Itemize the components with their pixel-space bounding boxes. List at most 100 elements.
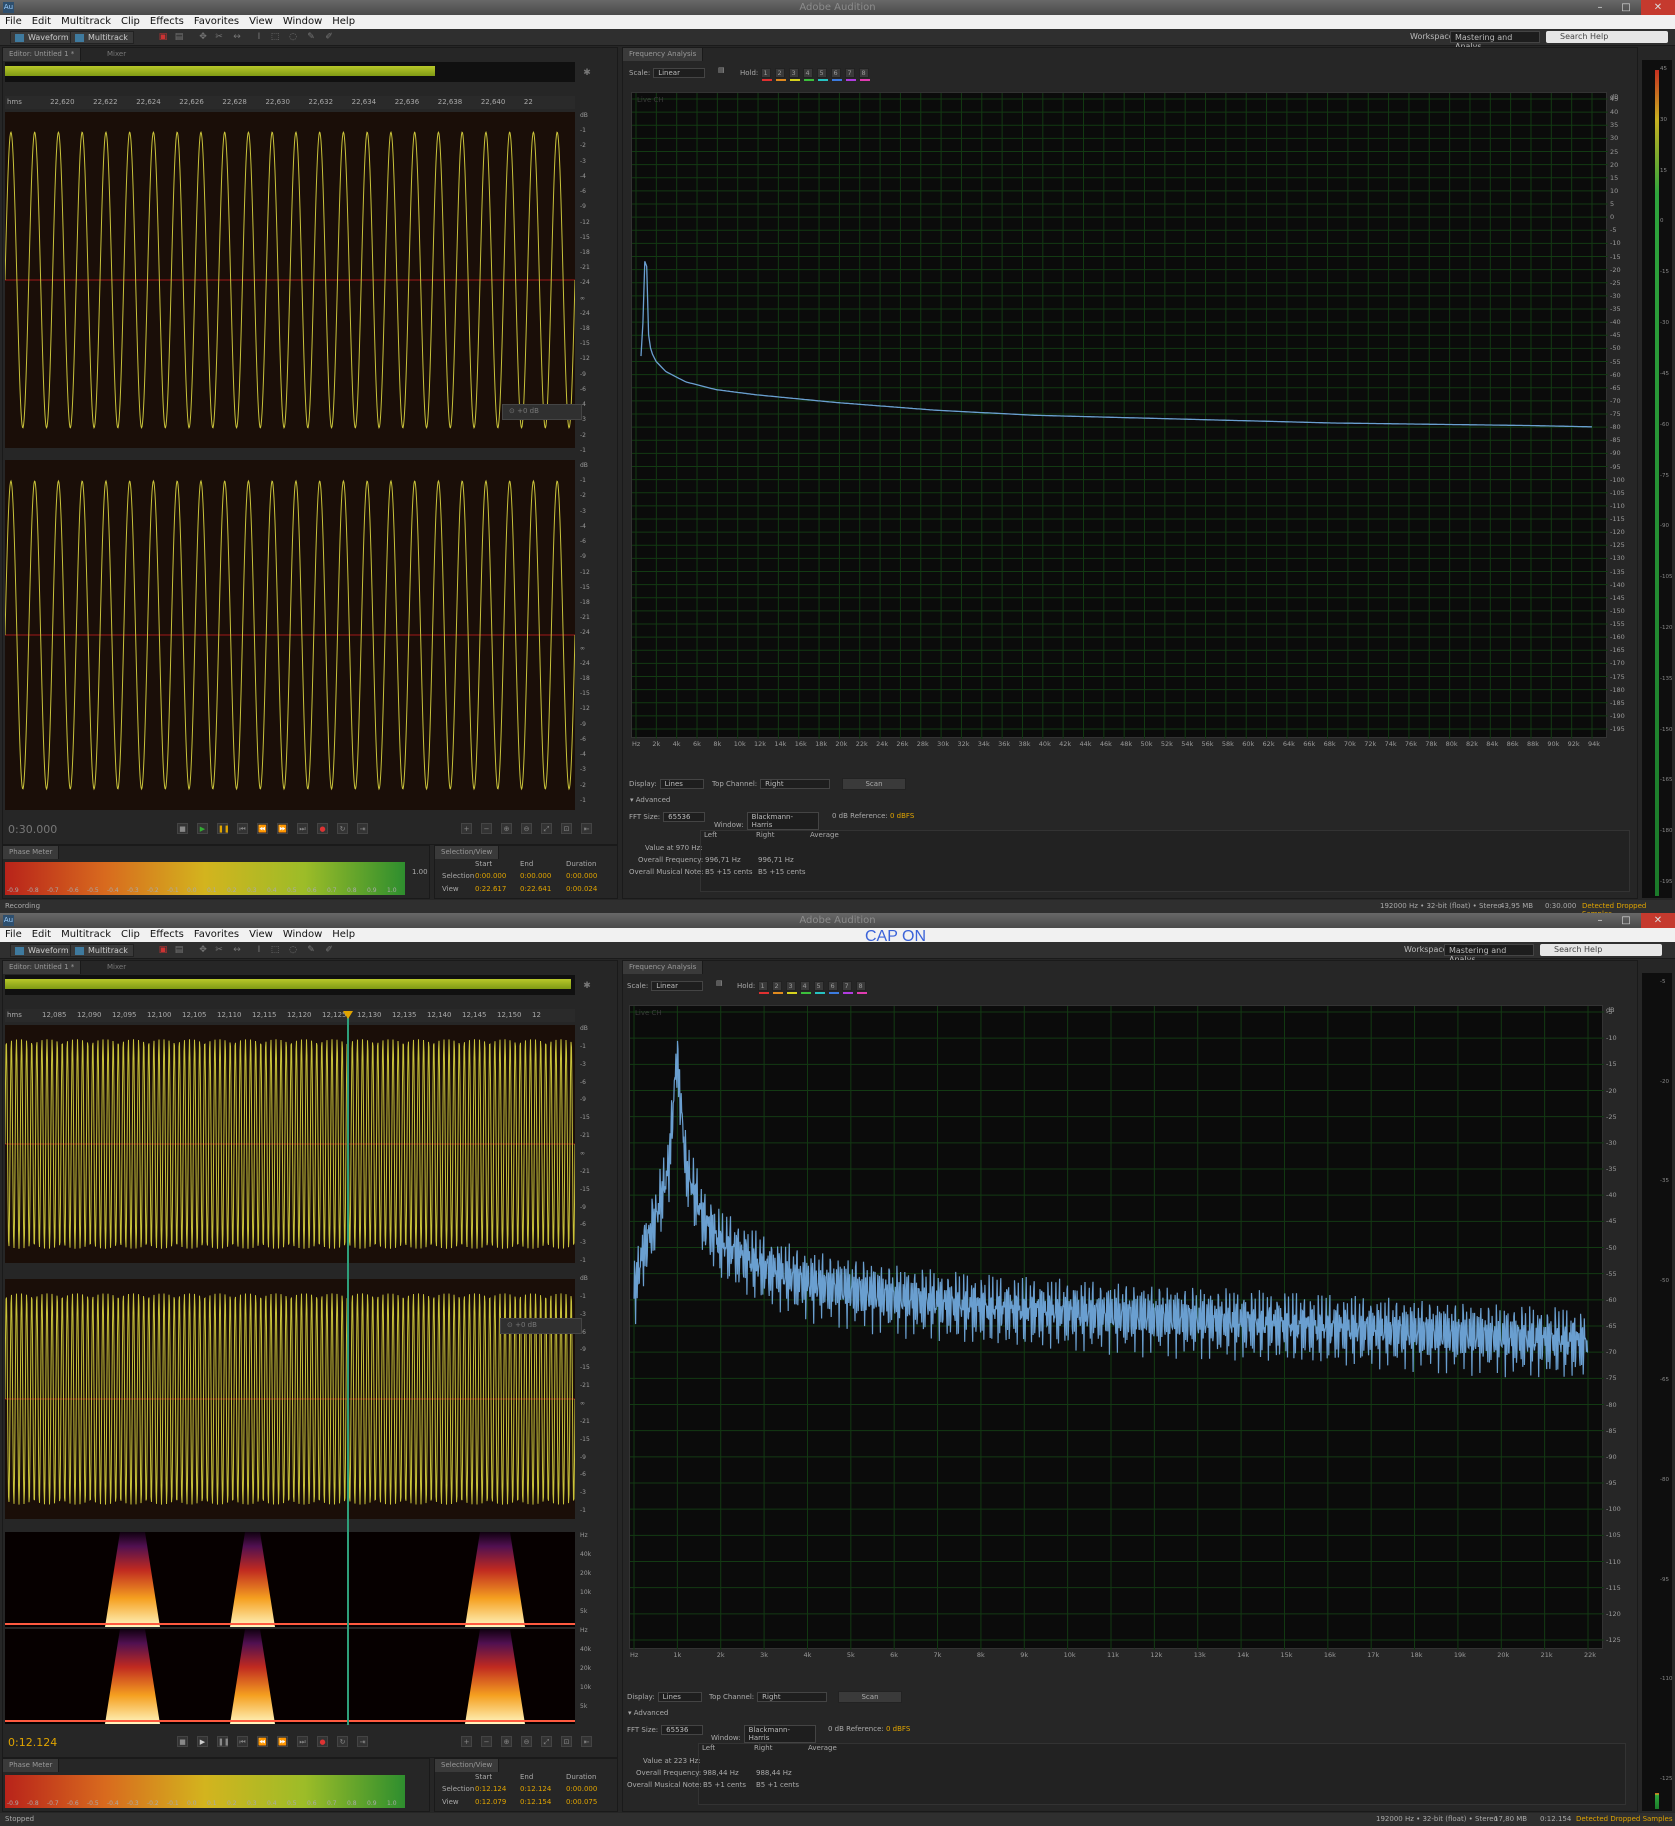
window-select[interactable]: Blackmann-Harris [743,1725,816,1743]
selection-view-tab[interactable]: Selection/View [435,846,500,859]
menu-favorites[interactable]: Favorites [189,15,244,27]
zoom-out-amplitude-icon[interactable]: − [481,1736,492,1747]
zoom-in-amplitude-icon[interactable]: + [461,823,472,834]
menu-window[interactable]: Window [278,15,327,27]
menu-file[interactable]: File [0,928,27,940]
hold-button-3[interactable]: 3 [785,981,797,994]
selection-duration[interactable]: 0:00.000 [566,872,597,880]
phase-meter-tab[interactable]: Phase Meter [3,846,60,859]
hold-button-5[interactable]: 5 [816,68,828,81]
zoom-left-icon[interactable]: ⇤ [581,823,592,834]
close-button[interactable]: ✕ [1641,0,1675,15]
record-button[interactable]: ● [317,823,328,834]
zoom-full-icon[interactable]: ⤢ [541,823,552,834]
view-start[interactable]: 0:12.079 [475,1798,506,1806]
zoom-out-amplitude-icon[interactable]: − [481,823,492,834]
brush-tool-icon[interactable]: ✎ [306,32,316,42]
hold-button-4[interactable]: 4 [799,981,811,994]
waveform-channel-left[interactable] [5,1025,575,1263]
window-select[interactable]: Blackmann-Harris [746,812,819,830]
selection-view-tab[interactable]: Selection/View [435,1759,500,1772]
maximize-button[interactable]: □ [1613,0,1639,15]
close-button[interactable]: ✕ [1641,913,1675,928]
spot-healing-icon[interactable]: ✐ [324,945,334,955]
search-help-input[interactable]: Search Help [1546,31,1668,43]
frequency-analysis-tab[interactable]: Frequency Analysis [623,48,704,61]
scan-button[interactable]: Scan [838,1691,902,1703]
scale-select[interactable]: Linear [653,68,706,78]
waveform-view-button[interactable]: Waveform [10,944,75,957]
zoom-selection-icon[interactable]: ⊡ [561,1736,572,1747]
display-select[interactable]: Lines [657,1692,702,1702]
menu-clip[interactable]: Clip [116,928,145,940]
view-start[interactable]: 0:22.617 [475,885,506,893]
hold-button-1[interactable]: 1 [757,981,769,994]
pitch-display-icon[interactable]: ▤ [174,32,184,42]
spectrogram-right[interactable] [5,1629,575,1724]
hold-button-2[interactable]: 2 [774,68,786,81]
zoom-out-time-icon[interactable]: ⊖ [521,823,532,834]
view-duration[interactable]: 0:00.024 [566,885,597,893]
hold-button-4[interactable]: 4 [802,68,814,81]
play-button[interactable]: ▶ [197,823,208,834]
playhead[interactable] [347,1017,349,1725]
maximize-button[interactable]: □ [1613,913,1639,928]
hold-button-5[interactable]: 5 [813,981,825,994]
time-selection-tool-icon[interactable]: I [254,945,264,955]
fast-forward-button[interactable]: ⏩ [277,823,288,834]
frequency-plot[interactable] [631,92,1608,739]
advanced-toggle[interactable]: ▾ Advanced [628,1709,668,1717]
db-reference-value[interactable]: 0 dBFS [890,812,914,820]
waveform-channel-left[interactable] [5,112,575,448]
mixer-tab[interactable]: Mixer [107,963,126,971]
spectral-display-icon[interactable]: ▣ [158,945,168,955]
selection-end[interactable]: 0:00.000 [520,872,551,880]
spot-healing-icon[interactable]: ✐ [324,32,334,42]
menu-edit[interactable]: Edit [27,928,56,940]
stop-button[interactable]: ■ [177,823,188,834]
selection-end[interactable]: 0:12.124 [520,1785,551,1793]
fast-forward-button[interactable]: ⏩ [277,1736,288,1747]
advanced-toggle[interactable]: ▾ Advanced [630,796,670,804]
menu-file[interactable]: File [0,15,27,27]
rewind-button[interactable]: ⏪ [257,823,268,834]
menu-view[interactable]: View [244,928,278,940]
clip-gain-hud[interactable]: ⊙ +0 dB [500,1318,582,1334]
menu-clip[interactable]: Clip [116,15,145,27]
menu-effects[interactable]: Effects [145,928,189,940]
hold-button-2[interactable]: 2 [771,981,783,994]
playhead-marker-icon[interactable] [343,1011,353,1019]
menu-window[interactable]: Window [278,928,327,940]
menu-effects[interactable]: Effects [145,15,189,27]
time-selection-tool-icon[interactable]: I [254,32,264,42]
frequency-plot[interactable] [629,1005,1604,1650]
go-to-end-button[interactable]: ⏭ [297,1736,308,1747]
menu-help[interactable]: Help [327,15,360,27]
overview-viewport[interactable] [5,979,571,989]
multitrack-view-button[interactable]: Multitrack [70,31,134,44]
scan-button[interactable]: Scan [842,778,906,790]
lasso-tool-icon[interactable]: ◌ [288,945,298,955]
hold-button-7[interactable]: 7 [844,68,856,81]
slip-tool-icon[interactable]: ↔ [232,945,242,955]
view-duration[interactable]: 0:00.075 [566,1798,597,1806]
spectrogram-left[interactable] [5,1532,575,1627]
overview-viewport[interactable] [5,66,435,76]
view-end[interactable]: 0:12.154 [520,1798,551,1806]
menu-edit[interactable]: Edit [27,15,56,27]
minimize-button[interactable]: – [1587,913,1613,928]
loop-button[interactable]: ↻ [337,1736,348,1747]
zoom-out-time-icon[interactable]: ⊖ [521,1736,532,1747]
razor-tool-icon[interactable]: ✂ [214,32,224,42]
zoom-in-amplitude-icon[interactable]: + [461,1736,472,1747]
waveform-channel-right[interactable] [5,460,575,810]
hold-button-7[interactable]: 7 [841,981,853,994]
snapshot-icon[interactable]: ▤ [716,979,723,987]
scale-select[interactable]: Linear [651,981,704,991]
phase-meter-tab[interactable]: Phase Meter [3,1759,60,1772]
stop-button[interactable]: ■ [177,1736,188,1747]
menu-help[interactable]: Help [327,928,360,940]
zoom-full-icon[interactable]: ⤢ [541,1736,552,1747]
workspace-select[interactable]: Mastering and Analys... [1444,944,1534,964]
zoom-selection-icon[interactable]: ⊡ [561,823,572,834]
